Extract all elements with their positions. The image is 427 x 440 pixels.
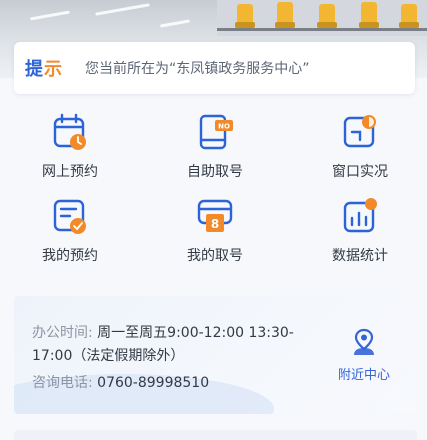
office-hours-value-1: 周一至周五9:00-12:00 13:30-: [97, 325, 294, 341]
office-hours-line1: 办公时间: 周一至周五9:00-12:00 13:30-: [32, 322, 294, 342]
notice-title-part1: 提: [25, 59, 44, 80]
my-booking-button[interactable]: 我的预约: [10, 196, 130, 272]
phone-line: 咨询电话: 0760-89998510: [32, 372, 209, 392]
waiting-chairs-illustration: [217, 0, 427, 36]
online-booking-button[interactable]: 网上预约: [10, 112, 130, 188]
service-label: 我的取号: [187, 248, 243, 264]
service-label: 窗口实况: [332, 164, 388, 180]
my-number-button[interactable]: 8 我的取号: [155, 196, 275, 272]
service-label: 我的预约: [42, 248, 98, 264]
number-badge-text: 8: [211, 217, 219, 231]
phone-label: 咨询电话:: [32, 375, 93, 391]
ticket-machine-icon: NO: [199, 114, 233, 150]
location-notice-card: 提示 您当前所在为“东凤镇政务服务中心”: [14, 42, 415, 94]
bar-chart-icon: [343, 198, 377, 233]
window-live-icon: [343, 115, 376, 148]
phone-number[interactable]: 0760-89998510: [97, 375, 209, 391]
nearby-center-label: 附近中心: [337, 368, 390, 383]
location-person-icon: [354, 328, 374, 355]
service-label: 数据统计: [332, 248, 388, 264]
current-location-text: 您当前所在为“东凤镇政务服务中心”: [85, 61, 310, 77]
service-label: 网上预约: [42, 164, 98, 180]
notice-title-part2: 示: [44, 59, 63, 80]
office-hours-label: 办公时间:: [32, 325, 93, 341]
statistics-button[interactable]: 数据统计: [300, 196, 420, 272]
ticket-badge-text: NO: [218, 123, 230, 131]
office-hours-line2: 17:00（法定假期除外）: [32, 348, 185, 364]
service-center-page: 提示 您当前所在为“东凤镇政务服务中心” 网上预约 NO 自助取号 窗口实况 我…: [0, 0, 427, 440]
self-service-ticket-button[interactable]: NO 自助取号: [155, 112, 275, 188]
office-info-card: 办公时间: 周一至周五9:00-12:00 13:30- 17:00（法定假期除…: [14, 296, 417, 414]
calendar-clock-icon: [53, 113, 86, 150]
my-booking-icon: [53, 199, 86, 234]
my-number-icon: 8: [197, 199, 233, 232]
nearby-center-button[interactable]: 附近中心: [334, 328, 394, 383]
window-live-status-button[interactable]: 窗口实况: [300, 112, 420, 188]
next-card-edge: [14, 430, 417, 440]
service-label: 自助取号: [187, 164, 243, 180]
notice-title: 提示: [25, 55, 63, 81]
